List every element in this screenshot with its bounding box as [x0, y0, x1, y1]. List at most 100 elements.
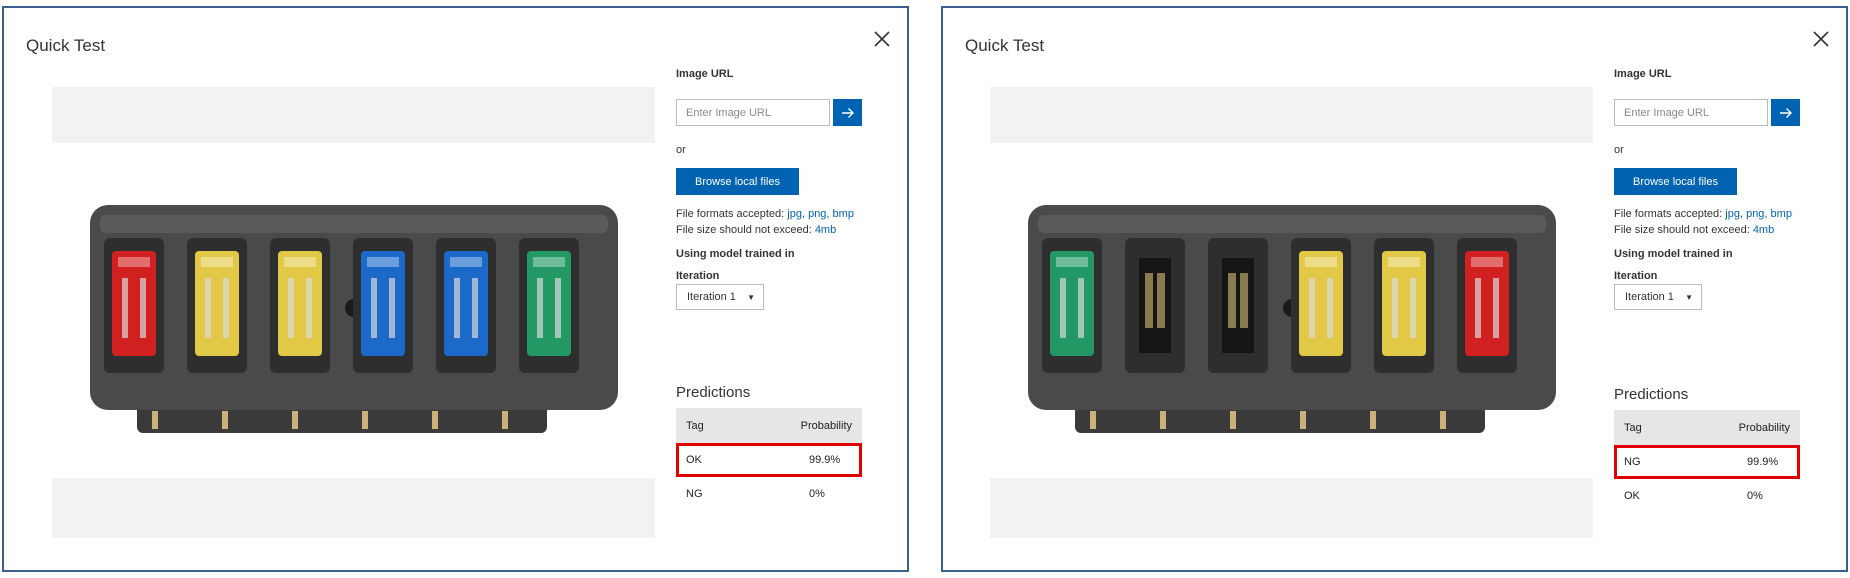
size-label: File size should not exceed: [676, 224, 812, 236]
fuse-highlight [1305, 257, 1337, 267]
image-preview [52, 87, 655, 538]
pin [1300, 411, 1306, 429]
iteration-value: Iteration 1 [1625, 291, 1674, 303]
upload-sidebar: Image URL or Browse local files File for… [1614, 68, 1804, 310]
fuse-terminal [1078, 278, 1084, 338]
table-header: Tag Probability [1614, 410, 1800, 445]
empty-fuse-socket [1139, 258, 1171, 353]
formats-label: File formats accepted: [676, 208, 785, 220]
table-header: Tag Probability [676, 408, 862, 443]
submit-url-button[interactable] [1771, 99, 1800, 126]
socket-terminal [1145, 273, 1153, 328]
fuse-highlight [201, 257, 233, 267]
fuse-highlight [1056, 257, 1088, 267]
image-url-input[interactable] [676, 99, 830, 126]
dialog-title: Quick Test [26, 36, 106, 55]
size-limit: 4mb [1752, 224, 1775, 236]
size-limit: 4mb [814, 224, 837, 236]
fuse-highlight [118, 257, 150, 267]
image-preview [990, 87, 1593, 538]
fuse-terminal [1060, 278, 1066, 338]
file-requirements: File formats accepted: jpg, png, bmp Fil… [676, 206, 854, 238]
fuse-terminal [389, 278, 395, 338]
browse-local-files-button[interactable]: Browse local files [1614, 168, 1737, 195]
predictions-table: Tag Probability NG 99.9% OK 0% [1614, 410, 1800, 513]
prediction-row-highlighted: NG 99.9% [1614, 445, 1800, 479]
formats-list: jpg, png, bmp [787, 208, 854, 220]
submit-url-button[interactable] [833, 99, 862, 126]
pin [1160, 411, 1166, 429]
image-url-row [676, 99, 862, 126]
fuse-terminal [1392, 278, 1398, 338]
fuse-terminal [472, 278, 478, 338]
pin [1370, 411, 1376, 429]
pin [432, 411, 438, 429]
iteration-label: Iteration [1614, 270, 1658, 282]
size-label: File size should not exceed: [1614, 224, 1750, 236]
model-label: Using model trained in [1614, 248, 1733, 260]
column-tag: Tag [686, 419, 704, 432]
model-label: Using model trained in [676, 248, 795, 260]
prediction-probability: 0% [1747, 490, 1763, 502]
upload-sidebar: Image URL or Browse local files File for… [676, 68, 866, 310]
arrow-right-icon [841, 107, 854, 118]
fuse-terminal [122, 278, 128, 338]
pin [152, 411, 158, 429]
fuse-highlight [1471, 257, 1503, 267]
prediction-tag: OK [686, 454, 702, 466]
fuse-box-photo [52, 143, 655, 478]
fuse-terminal [205, 278, 211, 338]
iteration-value: Iteration 1 [687, 291, 736, 303]
fuse-terminal [1410, 278, 1416, 338]
socket-terminal [1228, 273, 1236, 328]
close-icon[interactable] [1810, 28, 1832, 50]
predictions-table: Tag Probability OK 99.9% NG 0% [676, 408, 862, 511]
pin [222, 411, 228, 429]
chevron-down-icon: ▼ [747, 293, 755, 302]
image-url-label: Image URL [676, 68, 734, 80]
pin [1440, 411, 1446, 429]
close-icon[interactable] [871, 28, 893, 50]
file-requirements: File formats accepted: jpg, png, bmp Fil… [1614, 206, 1792, 238]
or-text: or [676, 144, 686, 156]
empty-fuse-socket [1222, 258, 1254, 353]
prediction-probability: 0% [809, 488, 825, 500]
dialog-title: Quick Test [965, 36, 1045, 55]
formats-label: File formats accepted: [1614, 208, 1723, 220]
fuse-terminal [1327, 278, 1333, 338]
browse-local-files-button[interactable]: Browse local files [676, 168, 799, 195]
iteration-select[interactable]: Iteration 1 ▼ [676, 284, 764, 310]
socket-terminal [1240, 273, 1248, 328]
fuse-box-photo [990, 143, 1593, 478]
pin [292, 411, 298, 429]
column-tag: Tag [1624, 421, 1642, 434]
fuse-box-rim [1038, 215, 1546, 233]
fuse-terminal [306, 278, 312, 338]
prediction-tag: NG [686, 488, 703, 500]
fuse-highlight [533, 257, 565, 267]
prediction-tag: NG [1624, 456, 1641, 468]
fuse-box-image [1028, 205, 1556, 433]
fuse-highlight [284, 257, 316, 267]
pin [502, 411, 508, 429]
column-probability: Probability [800, 419, 852, 432]
prediction-probability: 99.9% [809, 454, 841, 466]
pin [1230, 411, 1236, 429]
iteration-select[interactable]: Iteration 1 ▼ [1614, 284, 1702, 310]
prediction-row: OK 0% [1614, 479, 1800, 513]
fuse-terminal [537, 278, 543, 338]
or-text: or [1614, 144, 1624, 156]
fuse-box-image [90, 205, 618, 433]
prediction-probability: 99.9% [1747, 456, 1779, 468]
image-url-input[interactable] [1614, 99, 1768, 126]
pin [1090, 411, 1096, 429]
predictions-title: Predictions [676, 384, 751, 401]
quick-test-dialog-ok: Quick Test Image URL or Browse local fil… [2, 6, 909, 572]
formats-list: jpg, png, bmp [1725, 208, 1792, 220]
predictions-title: Predictions [1614, 386, 1689, 403]
quick-test-dialog-ng: Quick Test Image URL or Browse local fil… [941, 6, 1848, 572]
column-probability: Probability [1738, 421, 1790, 434]
fuse-box-rim [100, 215, 608, 233]
fuse-highlight [367, 257, 399, 267]
pin [362, 411, 368, 429]
